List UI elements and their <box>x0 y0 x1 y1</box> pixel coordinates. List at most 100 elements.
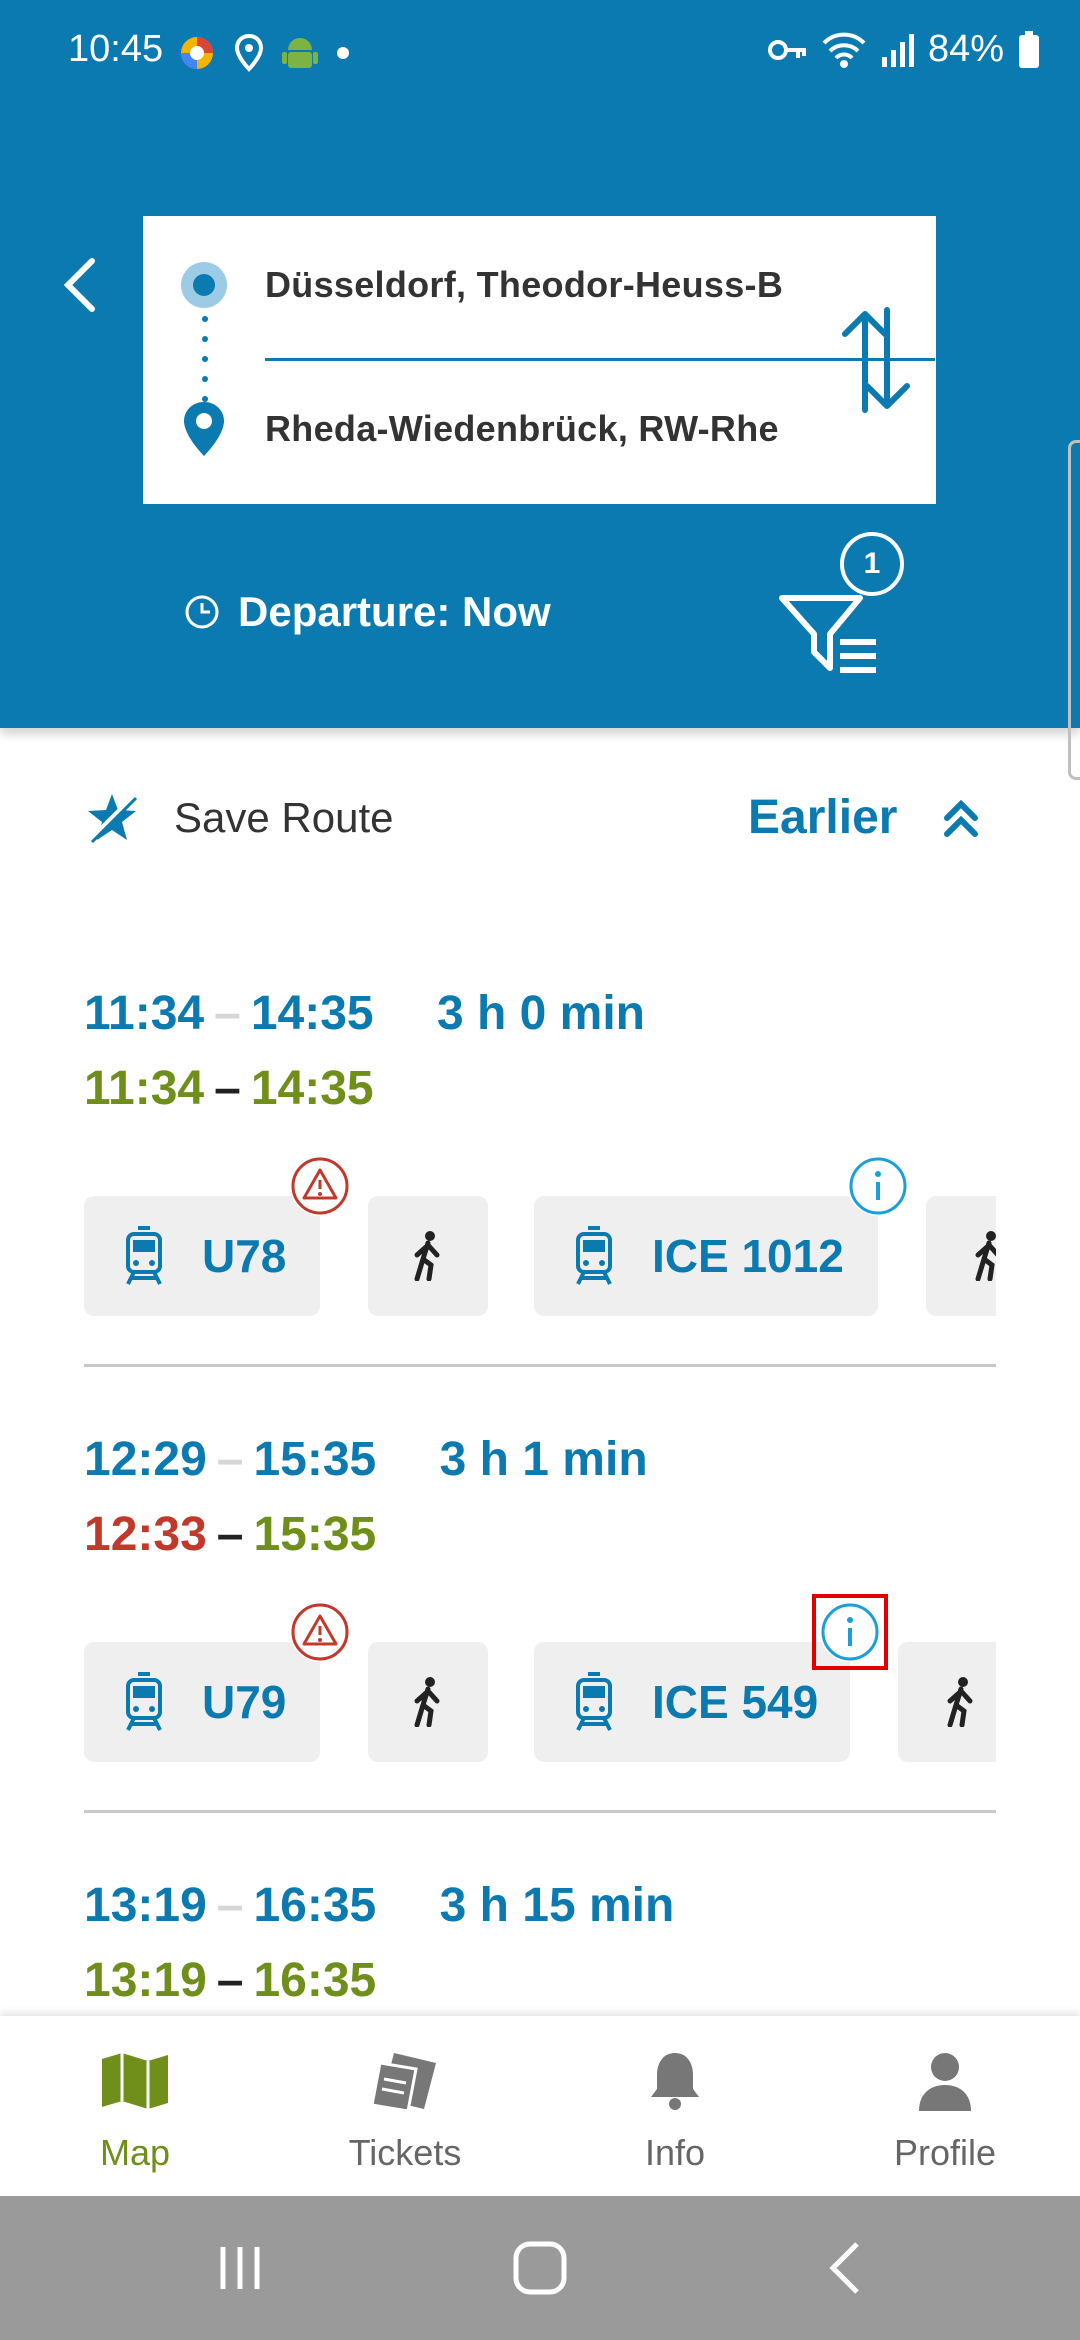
route-card: Düsseldorf, Theodor-Heuss-B Rheda-Wieden… <box>143 216 936 504</box>
planned-times: 12:29–15:35 3 h 1 min <box>84 1433 648 1486</box>
planned-departure: 12:29 <box>84 1433 207 1486</box>
planned-times: 11:34–14:35 3 h 0 min <box>84 987 645 1040</box>
battery-icon <box>1019 30 1039 68</box>
leg-line-label: U78 <box>202 1230 287 1282</box>
walk-icon <box>975 1231 996 1281</box>
leg-chip-walk[interactable] <box>926 1196 996 1316</box>
double-chevron-up-icon <box>944 799 979 837</box>
system-back-button[interactable] <box>820 2236 870 2300</box>
signal-icon <box>881 33 914 67</box>
planned-times: 13:19–16:35 3 h 15 min <box>84 1879 675 1932</box>
status-bar: 10:45 84% <box>0 0 1080 100</box>
destination-field[interactable]: Rheda-Wiedenbrück, RW-Rhe <box>265 408 815 450</box>
clock-icon <box>185 595 219 629</box>
tram-icon <box>126 1226 162 1285</box>
save-route-button[interactable]: Save Route <box>84 790 393 846</box>
connection-divider <box>84 1810 996 1813</box>
train-icon <box>576 1226 612 1285</box>
legs-strip: U78 ICE 1012 <box>84 1156 996 1316</box>
nav-map-label: Map <box>99 2132 171 2173</box>
info-icon[interactable] <box>848 1156 908 1216</box>
tickets-icon <box>370 2053 436 2113</box>
recents-button[interactable] <box>210 2236 270 2300</box>
duration: 3 h 15 min <box>439 1879 675 1932</box>
warning-icon[interactable] <box>290 1602 350 1662</box>
nav-profile[interactable]: Profile <box>810 2016 1080 2196</box>
scroll-indicator <box>1068 440 1080 780</box>
earlier-button[interactable]: Earlier <box>748 790 981 845</box>
android-icon <box>282 38 318 68</box>
planned-arrival: 15:35 <box>253 1433 377 1486</box>
connection-card[interactable]: 11:34–14:35 3 h 0 min 11:34–14:35 U78 IC… <box>84 986 996 1316</box>
leg-line-label: ICE 1012 <box>652 1230 844 1282</box>
person-icon <box>919 2053 971 2111</box>
leg-chip-walk[interactable] <box>368 1642 488 1762</box>
nav-profile-label: Profile <box>893 2132 997 2173</box>
realtime-departure-delayed: 12:33 <box>84 1508 207 1561</box>
notification-icons <box>178 34 350 72</box>
nav-info-label: Info <box>644 2132 706 2173</box>
leg-chip-train[interactable]: ICE 1012 <box>534 1196 878 1316</box>
filter-count-badge: 1 <box>840 532 904 596</box>
leg-chip-tram[interactable]: U78 <box>84 1196 320 1316</box>
walk-icon <box>947 1677 973 1727</box>
planned-arrival: 16:35 <box>253 1879 377 1932</box>
departure-label: Departure: Now <box>238 588 551 635</box>
leg-line-label: U79 <box>202 1676 287 1728</box>
connection-card[interactable]: 13:19–16:35 3 h 15 min 13:19–16:35 <box>84 1878 996 2008</box>
realtime-times: 11:34–14:35 <box>84 1062 374 1115</box>
nav-tickets[interactable]: Tickets <box>270 2016 540 2196</box>
status-time: 10:45 <box>68 28 164 70</box>
wifi-icon <box>822 32 866 68</box>
chevron-left-icon <box>63 258 95 312</box>
home-icon <box>513 2241 567 2295</box>
realtime-arrival: 14:35 <box>250 1062 374 1115</box>
location-icon <box>234 34 264 72</box>
swap-button[interactable] <box>831 300 921 420</box>
leg-line-label: ICE 549 <box>652 1676 819 1728</box>
system-icons: 84% <box>767 28 1040 71</box>
vpn-key-icon <box>767 39 806 60</box>
map-icon <box>102 2053 168 2109</box>
planned-arrival: 14:35 <box>250 987 374 1040</box>
departure-time-selector[interactable]: Departure: Now <box>184 588 551 636</box>
realtime-arrival: 15:35 <box>253 1508 377 1561</box>
filter-button[interactable]: 1 <box>778 532 908 682</box>
planned-departure: 13:19 <box>84 1879 207 1932</box>
realtime-departure: 11:34 <box>84 1062 205 1115</box>
realtime-departure: 13:19 <box>84 1954 207 2007</box>
swap-arrows-icon <box>842 307 910 413</box>
realtime-times: 13:19–16:35 <box>84 1954 377 2007</box>
system-back-icon <box>829 2242 859 2294</box>
realtime-times: 12:33–15:35 <box>84 1508 377 1561</box>
dot-icon <box>337 47 349 59</box>
nav-map[interactable]: Map <box>0 2016 270 2196</box>
duration: 3 h 0 min <box>436 987 645 1040</box>
leg-chip-tram[interactable]: U79 <box>84 1642 320 1762</box>
nav-info[interactable]: Info <box>540 2016 810 2196</box>
realtime-arrival: 16:35 <box>253 1954 377 2007</box>
warning-icon[interactable] <box>290 1156 350 1216</box>
star-crossed-icon <box>88 794 138 844</box>
back-button[interactable] <box>50 250 110 320</box>
battery-percent: 84% <box>927 28 1004 70</box>
planned-departure: 11:34 <box>84 987 205 1040</box>
origin-field[interactable]: Düsseldorf, Theodor-Heuss-B <box>265 264 815 306</box>
tram-icon <box>126 1672 162 1731</box>
home-button[interactable] <box>510 2236 570 2300</box>
search-header: 10:45 84% Düsseldorf, Theodor-Heuss-B Rh… <box>0 0 1080 728</box>
selection-highlight <box>812 1594 888 1670</box>
connection-divider <box>84 1364 996 1367</box>
leg-chip-train[interactable]: ICE 549 <box>534 1642 850 1762</box>
train-icon <box>576 1672 612 1731</box>
leg-chip-walk[interactable] <box>368 1196 488 1316</box>
save-route-label: Save Route <box>174 794 394 841</box>
bottom-navigation: Map Tickets Info Profile <box>0 2016 1080 2196</box>
system-navigation-bar <box>0 2196 1080 2340</box>
leg-chip-walk[interactable] <box>898 1642 996 1762</box>
walk-icon <box>414 1677 440 1727</box>
recents-icon <box>220 2247 260 2289</box>
destination-pin-icon <box>184 402 224 456</box>
bell-icon <box>651 2053 699 2110</box>
duration: 3 h 1 min <box>439 1433 648 1486</box>
